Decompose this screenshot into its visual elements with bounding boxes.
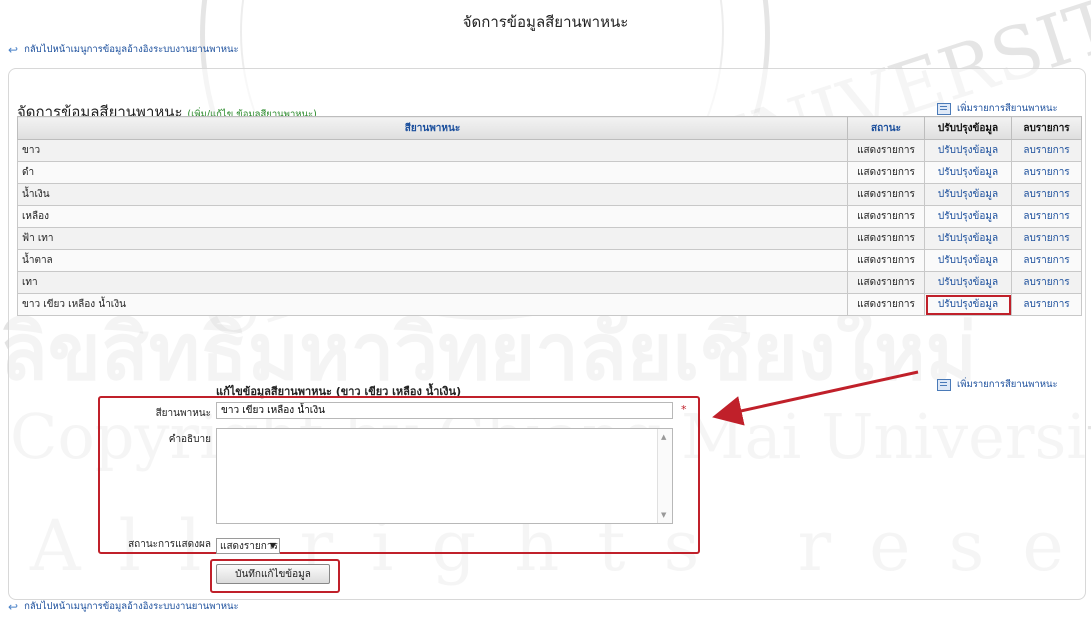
add-link-label: เพิ่มรายการสียานพาหนะ: [957, 103, 1058, 114]
add-color-link-top[interactable]: เพิ่มรายการสียานพาหนะ: [937, 101, 1058, 116]
save-edit-button[interactable]: บันทึกแก้ไขข้อมูล: [216, 564, 330, 584]
cell-color: ขาว เขียว เหลือง น้ำเงิน: [17, 293, 848, 316]
cell-color: น้ำเงิน: [17, 183, 848, 206]
delete-link[interactable]: ลบรายการ: [1011, 183, 1082, 206]
color-label: สียานพาหนะ: [155, 408, 211, 419]
cell-status: แสดงรายการ: [847, 205, 925, 228]
delete-link[interactable]: ลบรายการ: [1011, 227, 1082, 250]
back-link-label: กลับไปหน้าเมนูการข้อมูลอ้างอิงระบบงานยาน…: [24, 44, 239, 55]
chevron-down-icon: ▼: [269, 541, 276, 550]
back-arrow-icon: ↩: [8, 599, 19, 614]
header-status[interactable]: สถานะ: [847, 116, 925, 140]
description-textarea[interactable]: ▲ ▼: [216, 428, 673, 524]
edit-link[interactable]: ปรับปรุงข้อมูล: [924, 271, 1012, 294]
cell-color: เหลือง: [17, 205, 848, 228]
cell-status: แสดงรายการ: [847, 293, 925, 316]
edit-link[interactable]: ปรับปรุงข้อมูล: [924, 227, 1012, 250]
edit-link[interactable]: ปรับปรุงข้อมูล: [924, 183, 1012, 206]
table-row: เหลือง แสดงรายการ ปรับปรุงข้อมูล ลบรายกา…: [17, 205, 1082, 228]
table-row: ขาว แสดงรายการ ปรับปรุงข้อมูล ลบรายการ: [17, 139, 1082, 162]
cell-status: แสดงรายการ: [847, 227, 925, 250]
table-row: ขาว เขียว เหลือง น้ำเงิน แสดงรายการ ปรับ…: [17, 293, 1082, 316]
back-link-label: กลับไปหน้าเมนูการข้อมูลอ้างอิงระบบงานยาน…: [24, 601, 239, 612]
scroll-down-icon[interactable]: ▼: [661, 511, 666, 519]
header-delete: ลบรายการ: [1011, 116, 1082, 140]
cell-status: แสดงรายการ: [847, 183, 925, 206]
cell-color: เทา: [17, 271, 848, 294]
color-name-input[interactable]: [216, 402, 673, 419]
list-add-icon: [937, 102, 951, 115]
delete-link[interactable]: ลบรายการ: [1011, 161, 1082, 184]
scroll-up-icon[interactable]: ▲: [661, 433, 666, 441]
table-header-row: สียานพาหนะ สถานะ ปรับปรุงข้อมูล ลบรายการ: [17, 116, 1082, 140]
edit-link[interactable]: ปรับปรุงข้อมูล: [924, 139, 1012, 162]
page-title: จัดการข้อมูลสียานพาหนะ: [462, 13, 629, 31]
cell-status: แสดงรายการ: [847, 271, 925, 294]
display-status-select[interactable]: แสดงรายการ ▼: [216, 538, 280, 554]
back-to-menu-link-bottom[interactable]: ↩ กลับไปหน้าเมนูการข้อมูลอ้างอิงระบบงานย…: [8, 599, 239, 614]
back-arrow-icon: ↩: [8, 42, 19, 57]
table-row: ดำ แสดงรายการ ปรับปรุงข้อมูล ลบรายการ: [17, 161, 1082, 184]
delete-link[interactable]: ลบรายการ: [1011, 249, 1082, 272]
delete-link[interactable]: ลบรายการ: [1011, 271, 1082, 294]
back-to-menu-link-top[interactable]: ↩ กลับไปหน้าเมนูการข้อมูลอ้างอิงระบบงานย…: [8, 42, 239, 57]
header-color[interactable]: สียานพาหนะ: [17, 116, 848, 140]
delete-link[interactable]: ลบรายการ: [1011, 139, 1082, 162]
edit-link[interactable]: ปรับปรุงข้อมูล: [924, 249, 1012, 272]
edit-link[interactable]: ปรับปรุงข้อมูล: [924, 161, 1012, 184]
delete-link[interactable]: ลบรายการ: [1011, 293, 1082, 316]
table-row: น้ำเงิน แสดงรายการ ปรับปรุงข้อมูล ลบรายก…: [17, 183, 1082, 206]
table-row: ฟ้า เทา แสดงรายการ ปรับปรุงข้อมูล ลบรายก…: [17, 227, 1082, 250]
delete-link[interactable]: ลบรายการ: [1011, 205, 1082, 228]
cell-status: แสดงรายการ: [847, 139, 925, 162]
add-color-link-bottom[interactable]: เพิ่มรายการสียานพาหนะ: [937, 377, 1058, 392]
edit-link-highlighted[interactable]: ปรับปรุงข้อมูล: [924, 293, 1012, 316]
add-link-label: เพิ่มรายการสียานพาหนะ: [957, 379, 1058, 390]
cell-color: ดำ: [17, 161, 848, 184]
edit-link[interactable]: ปรับปรุงข้อมูล: [924, 205, 1012, 228]
list-add-icon: [937, 378, 951, 391]
description-label: คำอธิบาย: [168, 434, 211, 445]
cell-color: ขาว: [17, 139, 848, 162]
vehicle-color-table: สียานพาหนะ สถานะ ปรับปรุงข้อมูล ลบรายการ…: [17, 116, 1082, 316]
table-row: เทา แสดงรายการ ปรับปรุงข้อมูล ลบรายการ: [17, 271, 1082, 294]
textarea-scrollbar[interactable]: ▲ ▼: [657, 429, 672, 523]
table-row: น้ำตาล แสดงรายการ ปรับปรุงข้อมูล ลบรายกา…: [17, 249, 1082, 272]
cell-status: แสดงรายการ: [847, 161, 925, 184]
required-mark: *: [681, 403, 687, 416]
cell-color: ฟ้า เทา: [17, 227, 848, 250]
cell-status: แสดงรายการ: [847, 249, 925, 272]
display-status-label: สถานะการแสดงผล: [128, 539, 211, 550]
cell-color: น้ำตาล: [17, 249, 848, 272]
header-edit: ปรับปรุงข้อมูล: [924, 116, 1012, 140]
